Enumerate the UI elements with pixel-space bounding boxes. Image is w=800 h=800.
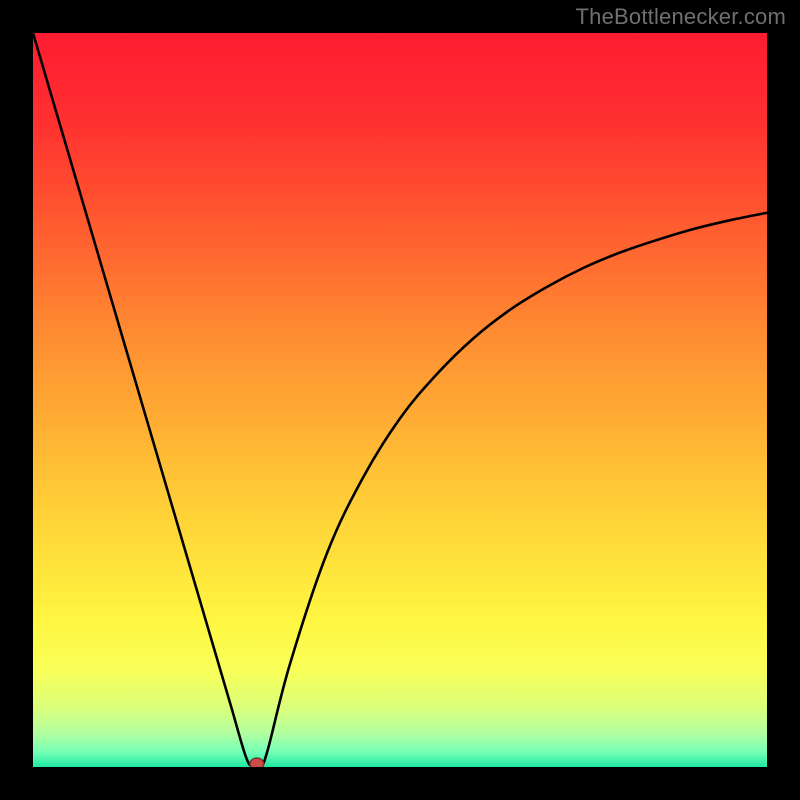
plot-area xyxy=(33,33,767,767)
chart-frame: TheBottlenecker.com xyxy=(0,0,800,800)
watermark-text: TheBottlenecker.com xyxy=(576,4,786,30)
gradient-background xyxy=(33,33,767,767)
